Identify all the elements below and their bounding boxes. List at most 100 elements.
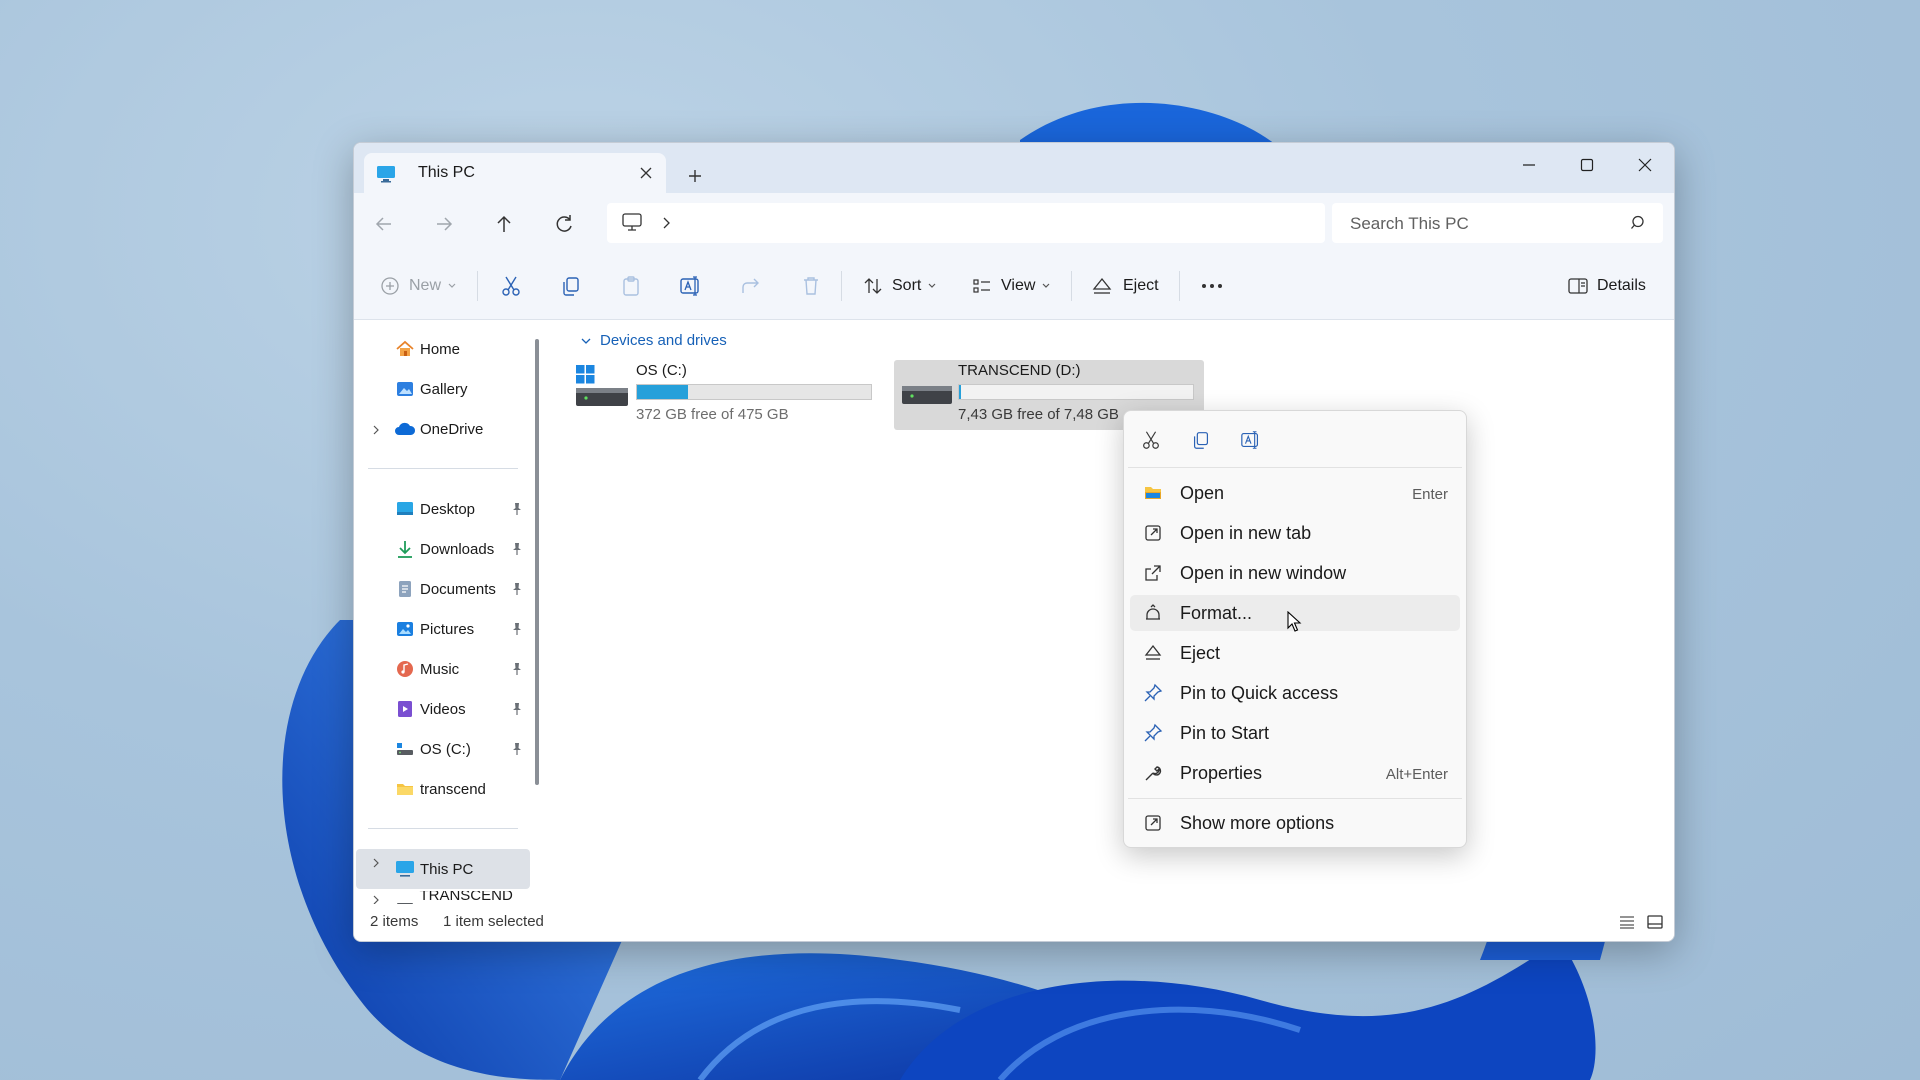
rename-icon[interactable] — [1236, 425, 1266, 455]
sort-button[interactable]: Sort — [862, 273, 937, 299]
rename-icon — [679, 274, 703, 298]
desktop-icon — [394, 498, 416, 520]
menu-item-eject[interactable]: Eject — [1130, 635, 1460, 671]
sidebar-item-transcend[interactable]: transcend — [394, 776, 486, 802]
cut-icon[interactable] — [1136, 425, 1166, 455]
pin-icon[interactable] — [511, 662, 523, 676]
cut-icon — [499, 274, 523, 298]
pin-icon[interactable] — [511, 542, 523, 556]
sidebar-item-downloads[interactable]: Downloads — [394, 536, 494, 562]
minimize-button[interactable] — [1500, 147, 1558, 183]
sidebar-item-home[interactable]: Home — [394, 336, 460, 362]
details-pane-icon — [1567, 275, 1589, 297]
monitor-icon — [394, 858, 416, 880]
title-bar[interactable]: This PC — [354, 143, 1674, 193]
eject-button[interactable]: Eject — [1091, 273, 1159, 299]
more-button[interactable] — [1199, 273, 1225, 299]
menu-item-pin-start[interactable]: Pin to Start — [1130, 715, 1460, 751]
menu-item-properties[interactable]: Properties Alt+Enter — [1130, 755, 1460, 791]
drive-tile-c[interactable]: OS (C:) 372 GB free of 475 GB — [572, 360, 882, 430]
menu-item-label: Eject — [1180, 643, 1221, 663]
cut-button[interactable] — [499, 273, 523, 299]
menu-item-show-more-options[interactable]: Show more options — [1130, 805, 1460, 841]
search-box[interactable]: Search This PC — [1332, 203, 1663, 243]
chevron-right-icon[interactable] — [371, 893, 381, 904]
sidebar-item-onedrive[interactable]: OneDrive — [394, 416, 483, 442]
monitor-icon — [621, 212, 643, 232]
address-bar[interactable] — [607, 203, 1325, 243]
large-icons-view-icon[interactable] — [1646, 914, 1664, 930]
file-explorer-window: This PC Search This PC New Sort View Eje… — [353, 142, 1675, 942]
chevron-right-icon[interactable] — [371, 856, 381, 870]
search-input[interactable]: Search This PC — [1350, 214, 1469, 234]
pin-icon[interactable] — [511, 742, 523, 756]
view-label: View — [1001, 277, 1036, 294]
menu-item-shortcut: Enter — [1412, 486, 1448, 503]
sidebar-item-desktop[interactable]: Desktop — [394, 496, 475, 522]
cloud-icon — [394, 418, 416, 440]
pin-icon[interactable] — [511, 582, 523, 596]
drive-name: TRANSCEND (D:) — [958, 362, 1081, 379]
close-window-button[interactable] — [1616, 147, 1674, 183]
back-arrow-icon[interactable] — [369, 209, 399, 239]
menu-item-open-new-tab[interactable]: Open in new tab — [1130, 515, 1460, 551]
new-tab-icon — [1142, 523, 1164, 543]
share-button[interactable] — [739, 273, 763, 299]
toolbar-divider — [477, 271, 478, 301]
drive-free-space: 372 GB free of 475 GB — [636, 406, 789, 423]
details-view-icon[interactable] — [1618, 914, 1636, 930]
up-arrow-icon[interactable] — [489, 209, 519, 239]
status-bar: 2 items 1 item selected — [354, 904, 1674, 941]
drive-icon — [394, 893, 415, 904]
new-button[interactable]: New — [379, 273, 457, 299]
sort-label: Sort — [892, 277, 922, 294]
copy-button[interactable] — [559, 273, 583, 299]
pin-icon[interactable] — [511, 702, 523, 716]
tab-this-pc[interactable]: This PC — [364, 153, 666, 193]
group-header-devices[interactable]: Devices and drives — [580, 332, 727, 349]
sidebar-scrollbar[interactable] — [535, 339, 539, 785]
folder-open-icon — [1142, 483, 1164, 503]
menu-item-label: Open — [1180, 483, 1225, 503]
close-tab-icon[interactable] — [636, 163, 656, 183]
sidebar-item-transcend-d[interactable]: TRANSCEND (D — [394, 891, 530, 904]
pin-icon[interactable] — [511, 502, 523, 516]
new-tab-button[interactable] — [680, 161, 710, 191]
maximize-button[interactable] — [1558, 147, 1616, 183]
search-icon[interactable] — [1630, 214, 1648, 232]
copy-icon[interactable] — [1186, 425, 1216, 455]
refresh-icon[interactable] — [549, 209, 579, 239]
sidebar-item-documents[interactable]: Documents — [394, 576, 496, 602]
menu-item-pin-quick-access[interactable]: Pin to Quick access — [1130, 675, 1460, 711]
share-icon — [739, 274, 763, 298]
menu-item-open[interactable]: Open Enter — [1130, 475, 1460, 511]
sidebar-item-label: TRANSCEND (D — [419, 891, 513, 904]
chevron-right-icon[interactable] — [371, 423, 381, 437]
menu-item-label: Show more options — [1180, 813, 1335, 833]
view-button[interactable]: View — [971, 273, 1051, 299]
navigation-bar: Search This PC — [354, 193, 1674, 253]
sidebar-item-gallery[interactable]: Gallery — [394, 376, 468, 402]
menu-divider — [1128, 798, 1462, 799]
sidebar-item-this-pc[interactable]: This PC — [394, 856, 473, 882]
sidebar-item-os-c[interactable]: OS (C:) — [394, 736, 471, 762]
sidebar-item-videos[interactable]: Videos — [394, 696, 466, 722]
delete-button[interactable] — [799, 273, 823, 299]
forward-arrow-icon[interactable] — [429, 209, 459, 239]
rename-button[interactable] — [679, 273, 703, 299]
sidebar-clipped-row: TRANSCEND (D — [354, 891, 530, 904]
videos-icon — [394, 698, 416, 720]
menu-item-open-new-window[interactable]: Open in new window — [1130, 555, 1460, 591]
sort-icon — [862, 275, 884, 297]
chevron-right-icon[interactable] — [661, 215, 673, 231]
content-pane: Devices and drives OS (C:) 372 GB free o… — [542, 320, 1674, 904]
tab-title: This PC — [418, 164, 475, 181]
sidebar-item-label: transcend — [420, 780, 486, 798]
sidebar-item-music[interactable]: Music — [394, 656, 459, 682]
paste-button[interactable] — [619, 273, 643, 299]
sidebar-item-pictures[interactable]: Pictures — [394, 616, 474, 642]
download-icon — [394, 538, 416, 560]
details-button[interactable]: Details — [1567, 273, 1646, 299]
pin-icon[interactable] — [511, 622, 523, 636]
drive-usage-fill — [959, 385, 962, 399]
